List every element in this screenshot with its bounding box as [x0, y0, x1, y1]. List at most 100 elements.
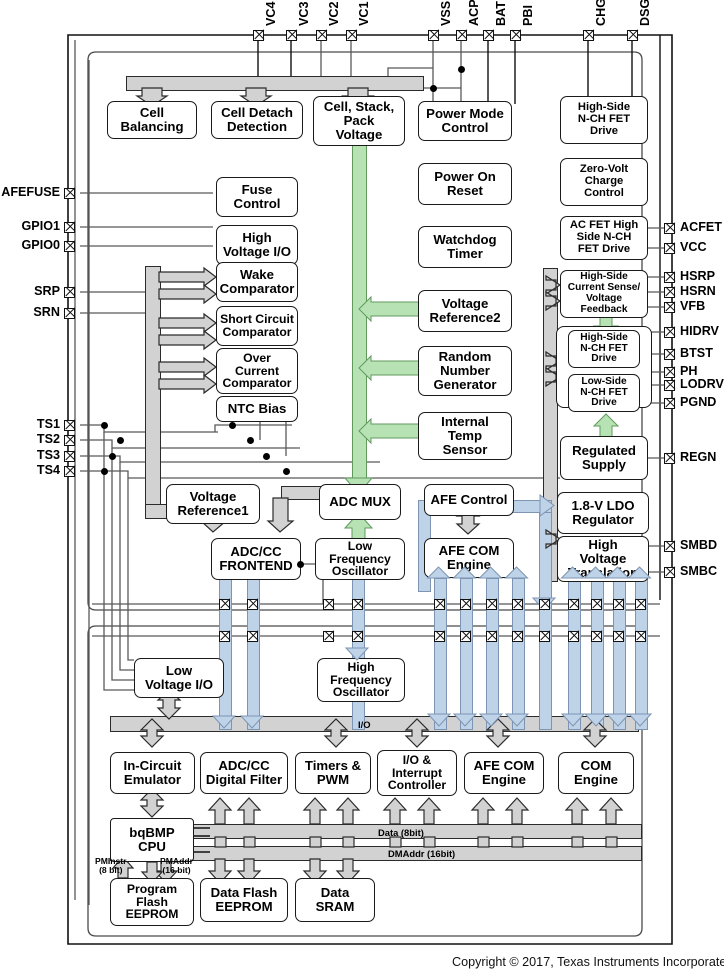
pin-hsrn[interactable] [663, 286, 675, 298]
pin-label-chg: CHG [594, 0, 608, 26]
pin-label-gpio0: GPIO0 [21, 238, 61, 252]
boundary-pin-0-0 [219, 598, 230, 610]
pin-label-ts1: TS1 [36, 417, 60, 431]
pin-bat[interactable] [482, 29, 494, 41]
pin-dsg[interactable] [626, 29, 638, 41]
pin-label-afefuse: AFEFUSE [1, 185, 60, 199]
pin-label-ts3: TS3 [36, 448, 60, 462]
pin-afefuse[interactable] [63, 187, 75, 199]
copyright-notice: Copyright © 2017, Texas Instruments Inco… [452, 955, 724, 969]
junction-dot-8 [262, 452, 270, 460]
junction-dot-9 [282, 467, 290, 475]
pin-label-regn: REGN [680, 450, 717, 464]
pin-pbi[interactable] [509, 29, 521, 41]
pin-label-vc1: VC1 [357, 1, 371, 27]
boundary-pin-4-0 [434, 598, 445, 610]
junction-dot-1 [429, 84, 437, 92]
boundary-pin-1-0 [247, 598, 258, 610]
junction-dot-0 [457, 65, 465, 73]
pin-label-dsg: DSG [638, 0, 652, 26]
pin-label-smbd: SMBD [680, 538, 718, 552]
junction-dot-3 [116, 436, 124, 444]
boundary-pin-9-1 [568, 630, 579, 642]
pin-gpio0[interactable] [63, 240, 75, 252]
pin-acp[interactable] [455, 29, 467, 41]
boundary-pin-5-0 [460, 598, 471, 610]
pin-vss[interactable] [427, 29, 439, 41]
pin-label-vc4: VC4 [264, 1, 278, 27]
pin-hidrv[interactable] [663, 326, 675, 338]
pin-label-ts2: TS2 [36, 432, 60, 446]
boundary-pin-2-0 [323, 598, 334, 610]
junction-dot-6 [228, 421, 236, 429]
boundary-pin-8-1 [539, 630, 550, 642]
pin-vc4[interactable] [252, 29, 264, 41]
pin-ts4[interactable] [63, 465, 75, 477]
pin-ph[interactable] [663, 366, 675, 378]
pin-smbd[interactable] [663, 540, 675, 552]
pin-srn[interactable] [63, 307, 75, 319]
boundary-pin-9-0 [568, 598, 579, 610]
pin-smbc[interactable] [663, 566, 675, 578]
pin-label-srn: SRN [33, 305, 60, 319]
pin-pgnd[interactable] [663, 397, 675, 409]
pmaddr-bus-label: PMAddr (16 bit) [160, 856, 193, 875]
boundary-pin-0-1 [219, 630, 230, 642]
digital-bus-arrowheads [211, 494, 653, 729]
pin-label-acfet: ACFET [680, 220, 722, 234]
pin-lodrv[interactable] [663, 379, 675, 391]
pin-regn[interactable] [663, 452, 675, 464]
pin-vc2[interactable] [315, 29, 327, 41]
pin-acfet[interactable] [663, 222, 675, 234]
boundary-pin-6-1 [486, 630, 497, 642]
pin-label-vc3: VC3 [297, 1, 311, 27]
pin-btst[interactable] [663, 348, 675, 360]
junction-dot-7 [246, 436, 254, 444]
boundary-pin-7-1 [512, 630, 523, 642]
boundary-pin-2-1 [323, 630, 334, 642]
pin-ts2[interactable] [63, 434, 75, 446]
pin-label-vss: VSS [439, 0, 453, 26]
pin-label-vcc: VCC [680, 240, 707, 254]
boundary-pin-10-0 [591, 598, 602, 610]
pin-vfb[interactable] [663, 301, 675, 313]
junction-dot-10 [296, 560, 304, 568]
junction-dot-4 [108, 452, 116, 460]
pin-label-smbc: SMBC [680, 564, 718, 578]
pin-label-pbi: PBI [521, 5, 535, 26]
boundary-pin-6-0 [486, 598, 497, 610]
pin-ts3[interactable] [63, 450, 75, 462]
boundary-pin-8-0 [539, 598, 550, 610]
pin-label-bat: BAT [494, 1, 508, 26]
boundary-pin-7-0 [512, 598, 523, 610]
pin-hsrp[interactable] [663, 271, 675, 283]
junction-dot-5 [100, 467, 108, 475]
pin-vc3[interactable] [285, 29, 297, 41]
boundary-pin-4-1 [434, 630, 445, 642]
pin-label-hsrn: HSRN [680, 284, 716, 298]
pin-label-lodrv: LODRV [680, 377, 724, 391]
boundary-pin-3-0 [352, 598, 363, 610]
pin-gpio1[interactable] [63, 221, 75, 233]
pin-label-ph: PH [680, 364, 698, 378]
pin-vcc[interactable] [663, 242, 675, 254]
pin-label-btst: BTST [680, 346, 713, 360]
pin-ts1[interactable] [63, 419, 75, 431]
boundary-pin-11-0 [613, 598, 624, 610]
pin-vc1[interactable] [345, 29, 357, 41]
pin-srp[interactable] [63, 286, 75, 298]
junction-dot-2 [100, 421, 108, 429]
boundary-pin-5-1 [460, 630, 471, 642]
boundary-pin-1-1 [247, 630, 258, 642]
pin-label-ts4: TS4 [36, 463, 60, 477]
pin-label-hsrp: HSRP [680, 269, 715, 283]
pminstr-bus-label: PMInstr (8 bit) [95, 856, 127, 875]
boundary-pin-3-1 [352, 630, 363, 642]
pin-label-gpio1: GPIO1 [21, 219, 61, 233]
boundary-pin-10-1 [591, 630, 602, 642]
boundary-pin-12-1 [635, 630, 646, 642]
pin-label-srp: SRP [34, 284, 60, 298]
pin-label-acp: ACP [467, 0, 481, 26]
boundary-pin-11-1 [613, 630, 624, 642]
pin-chg[interactable] [582, 29, 594, 41]
